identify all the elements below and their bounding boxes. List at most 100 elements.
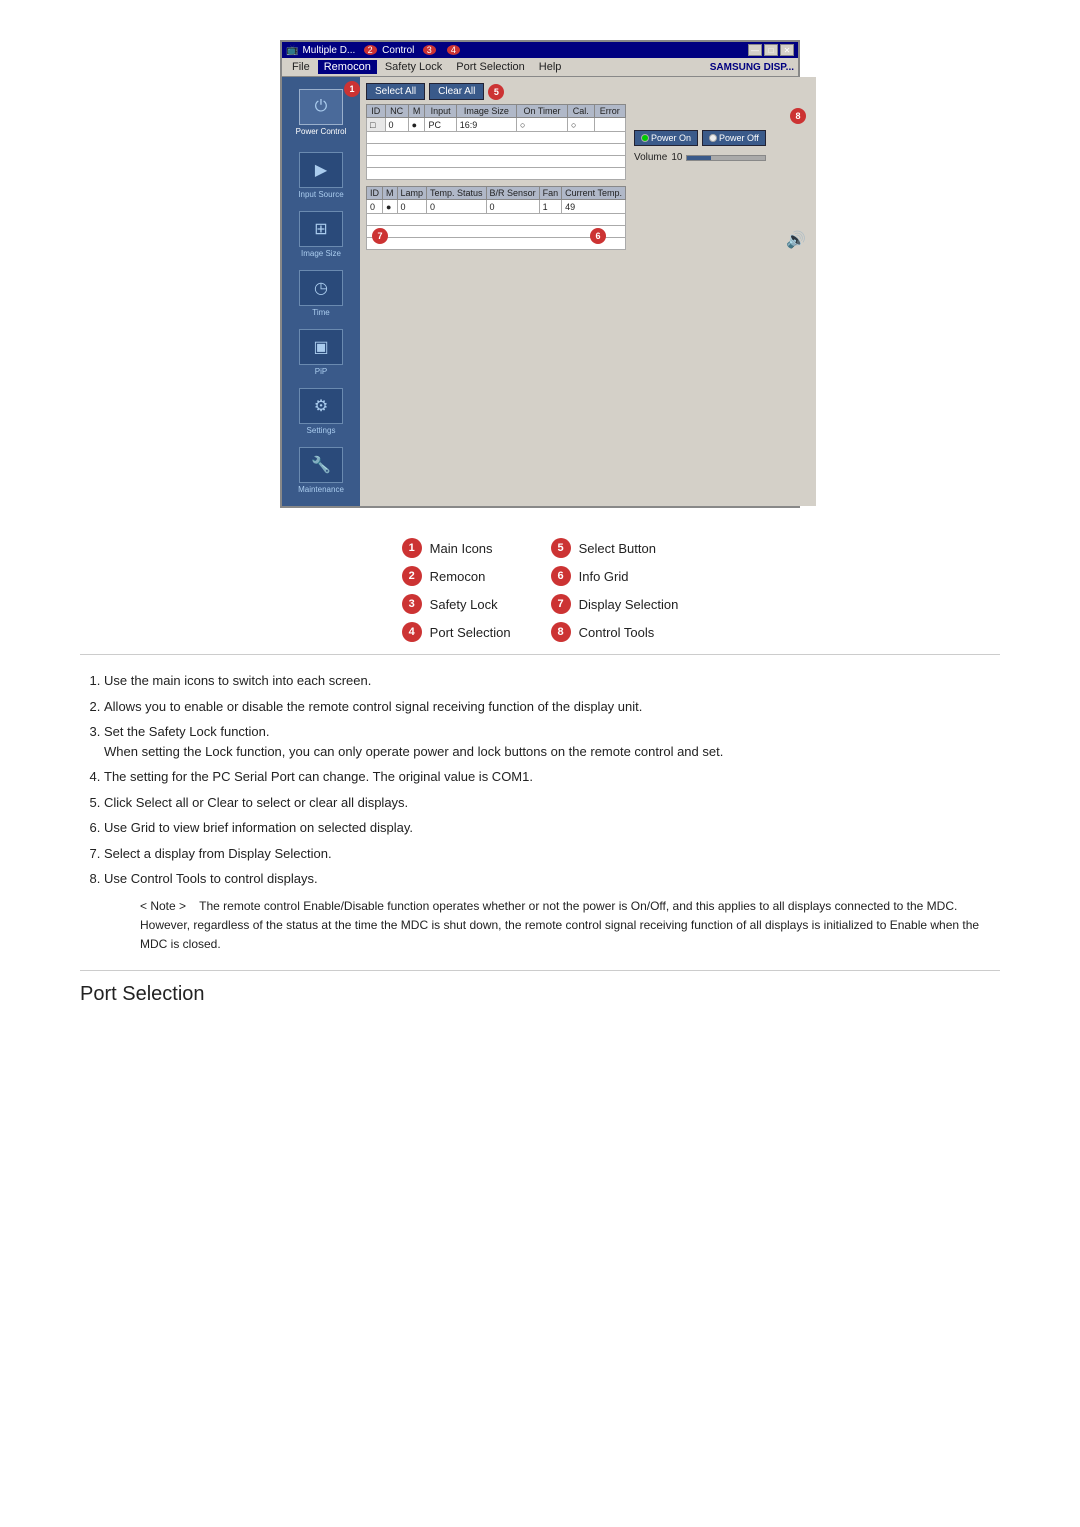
divider-1	[80, 654, 1000, 655]
top-grid-table: ID NC M Input Image Size On Timer Cal. E…	[366, 104, 626, 180]
sidebar-maintenance[interactable]: 🔧 Maintenance	[286, 443, 356, 498]
col-nc: NC	[385, 105, 408, 118]
col-input: Input	[425, 105, 456, 118]
legend-item-5: 5 Select Button	[551, 538, 679, 558]
desc-item-7: Select a display from Display Selection.	[104, 844, 1000, 864]
cell2-currenttemp: 49	[562, 200, 626, 214]
legend-label-7: Display Selection	[579, 597, 679, 612]
title-badge4: 4	[447, 45, 460, 55]
power-control-icon: ⏻	[299, 89, 343, 125]
sidebar-time-label: Time	[312, 308, 329, 317]
table-row	[367, 144, 626, 156]
col-id: ID	[367, 105, 386, 118]
sidebar-pip-label: PiP	[315, 367, 327, 376]
menu-help[interactable]: Help	[533, 60, 568, 74]
badge-7: 7	[372, 228, 388, 244]
menu-file[interactable]: File	[286, 60, 316, 74]
cell-imagesize: 16:9	[456, 118, 516, 132]
close-button[interactable]: ✕	[780, 44, 794, 56]
menu-bar: File Remocon Safety Lock Port Selection …	[282, 58, 798, 77]
sidebar-pip[interactable]: ▣ PiP	[286, 325, 356, 380]
legend-item-7: 7 Display Selection	[551, 594, 679, 614]
legend-badge-3: 3	[402, 594, 422, 614]
title-bar: 📺 Multiple D... 2 Control 3 4 — □ ✕	[282, 42, 798, 58]
select-all-button[interactable]: Select All	[366, 83, 425, 100]
col-m2: M	[383, 187, 398, 200]
legend-label-6: Info Grid	[579, 569, 629, 584]
settings-icon: ⚙	[299, 388, 343, 424]
sidebar-image-label: Image Size	[301, 249, 341, 258]
app-body: 1 ⏻ Power Control ▶ Input Source ⊞ Image…	[282, 77, 798, 506]
menu-safetylock[interactable]: Safety Lock	[379, 60, 448, 74]
maintenance-icon: 🔧	[299, 447, 343, 483]
legend-badge-5: 5	[551, 538, 571, 558]
sidebar-settings[interactable]: ⚙ Settings	[286, 384, 356, 439]
desc-item-6: Use Grid to view brief information on se…	[104, 818, 1000, 838]
input-source-icon: ▶	[299, 152, 343, 188]
col-fan: Fan	[539, 187, 562, 200]
cell2-brsensor: 0	[486, 200, 539, 214]
note-block: < Note > The remote control Enable/Disab…	[140, 897, 1000, 955]
table-row	[367, 156, 626, 168]
pip-icon: ▣	[299, 329, 343, 365]
desc-item-4: The setting for the PC Serial Port can c…	[104, 767, 1000, 787]
sidebar: 1 ⏻ Power Control ▶ Input Source ⊞ Image…	[282, 77, 360, 506]
legend-badge-6: 6	[551, 566, 571, 586]
col-ontimer: On Timer	[517, 105, 568, 118]
col-brsensor: B/R Sensor	[486, 187, 539, 200]
speaker-icon: 🔊	[786, 230, 806, 250]
main-content: Select All Clear All 5 ID NC M Input	[360, 77, 816, 506]
menu-portselection[interactable]: Port Selection	[450, 60, 530, 74]
clear-all-button[interactable]: Clear All	[429, 83, 484, 100]
legend-badge-8: 8	[551, 622, 571, 642]
description-list: Use the main icons to switch into each s…	[80, 671, 1000, 889]
cell2-tempstatus: 0	[427, 200, 487, 214]
legend-badge-7: 7	[551, 594, 571, 614]
power-buttons: Power On Power Off	[634, 130, 806, 146]
menu-remocon[interactable]: Remocon	[318, 60, 377, 74]
cell-error	[594, 118, 625, 132]
badge-8: 8	[790, 108, 806, 124]
power-off-button[interactable]: Power Off	[702, 130, 766, 146]
volume-fill	[687, 156, 710, 160]
sidebar-image-size[interactable]: ⊞ Image Size	[286, 207, 356, 262]
desc-item-8: Use Control Tools to control displays.	[104, 869, 1000, 889]
mdc-screenshot: 📺 Multiple D... 2 Control 3 4 — □ ✕ File…	[280, 40, 800, 508]
legend-badge-2: 2	[402, 566, 422, 586]
cell2-id: 0	[367, 200, 383, 214]
table-row	[367, 214, 626, 226]
volume-value: 10	[671, 152, 682, 163]
cell-input: PC	[425, 118, 456, 132]
cell2-lamp: 0	[397, 200, 427, 214]
power-off-label: Power Off	[719, 133, 759, 143]
legend-label-5: Select Button	[579, 541, 656, 556]
col-imagesize: Image Size	[456, 105, 516, 118]
table-row: □ 0 ● PC 16:9 ○ ○	[367, 118, 626, 132]
volume-label: Volume	[634, 152, 667, 163]
time-icon: ◷	[299, 270, 343, 306]
speaker-icon-area: 🔊	[634, 230, 806, 250]
sidebar-settings-label: Settings	[307, 426, 336, 435]
cell2-m: ●	[383, 200, 398, 214]
note-label: < Note >	[140, 899, 186, 913]
sidebar-time[interactable]: ◷ Time	[286, 266, 356, 321]
legend-col-left: 1 Main Icons 2 Remocon 3 Safety Lock 4 P…	[402, 538, 511, 642]
table-row	[367, 132, 626, 144]
legend-label-1: Main Icons	[430, 541, 493, 556]
maximize-button[interactable]: □	[764, 44, 778, 56]
power-on-label: Power On	[651, 133, 691, 143]
col-tempstatus: Temp. Status	[427, 187, 487, 200]
table-row	[367, 226, 626, 238]
power-on-button[interactable]: Power On	[634, 130, 698, 146]
cell-m: ●	[408, 118, 425, 132]
sidebar-input-source[interactable]: ▶ Input Source	[286, 148, 356, 203]
desc-item-3b: When setting the Lock function, you can …	[104, 744, 723, 759]
volume-slider[interactable]	[686, 155, 766, 161]
badge-6: 6	[590, 228, 606, 244]
port-selection-heading: Port Selection	[80, 983, 1000, 1006]
desc-item-1: Use the main icons to switch into each s…	[104, 671, 1000, 691]
power-on-radio	[641, 134, 649, 142]
col-cal: Cal.	[567, 105, 594, 118]
minimize-button[interactable]: —	[748, 44, 762, 56]
legend-item-1: 1 Main Icons	[402, 538, 511, 558]
